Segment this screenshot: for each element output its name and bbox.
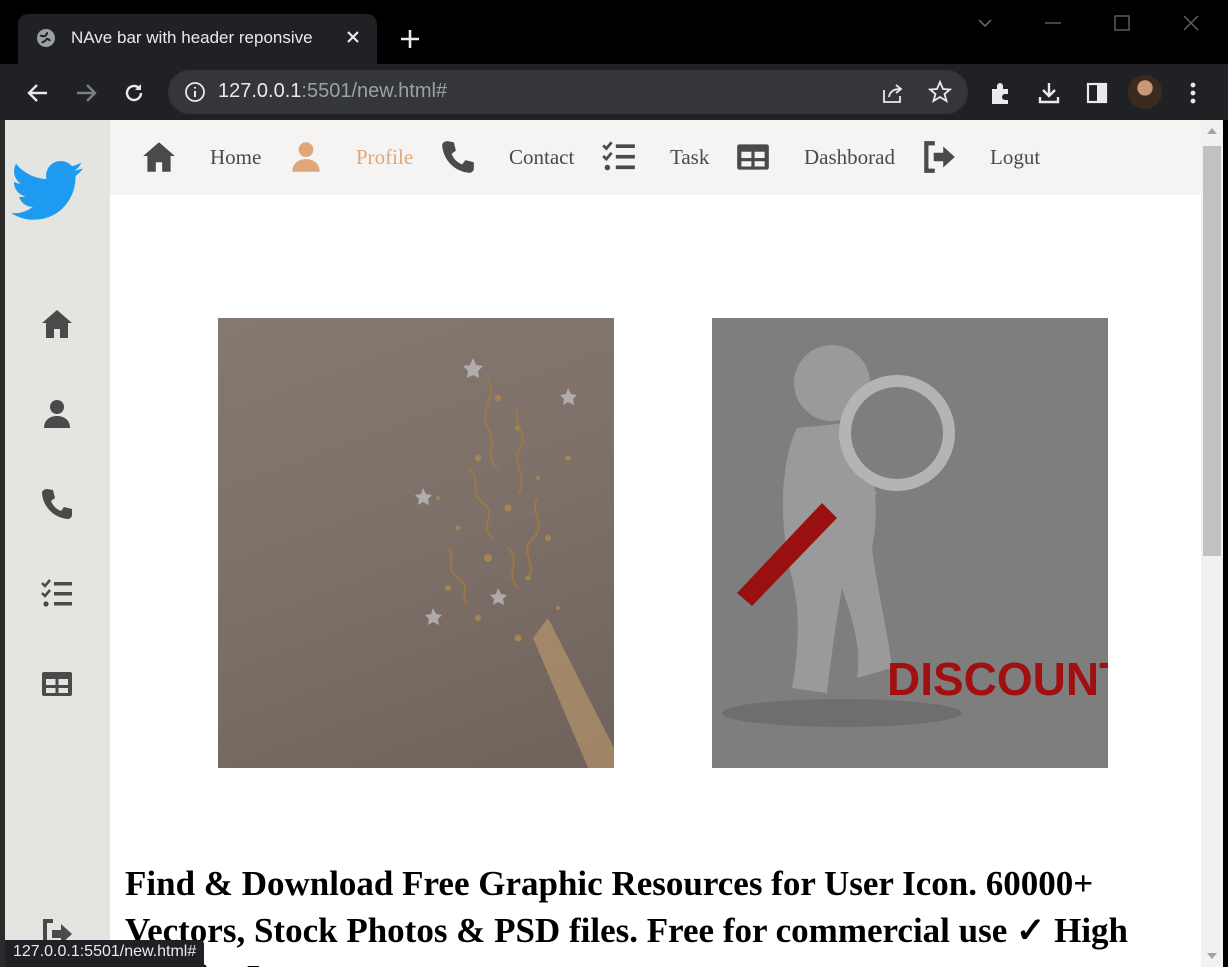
nav-item-dashboard[interactable]: Dashborad — [804, 145, 895, 170]
discount-text: DISCOUNT — [887, 653, 1108, 705]
status-url-bubble: 127.0.0.1:5501/new.html# — [5, 940, 205, 967]
nav-item-profile[interactable]: Profile — [356, 145, 413, 170]
scroll-thumb[interactable] — [1203, 146, 1221, 556]
confetti-image — [218, 318, 614, 768]
user-icon[interactable] — [287, 138, 325, 176]
top-navbar: Home Profile Contact Task Dashborad Logu… — [110, 120, 1201, 195]
browser-toolbar: 127.0.0.1:5501/new.html# — [0, 64, 1228, 120]
phone-icon[interactable] — [439, 138, 477, 176]
user-icon[interactable] — [39, 396, 75, 432]
bookmark-star-icon[interactable] — [928, 80, 952, 104]
scroll-down-arrow[interactable] — [1207, 953, 1217, 959]
share-icon[interactable] — [880, 80, 906, 106]
info-icon[interactable] — [184, 81, 206, 103]
maximize-icon[interactable] — [1111, 12, 1133, 34]
tab-search-icon[interactable] — [974, 12, 996, 34]
side-panel-icon[interactable] — [1084, 80, 1110, 106]
extensions-icon[interactable] — [988, 80, 1014, 106]
profile-avatar[interactable] — [1128, 75, 1162, 109]
logout-icon[interactable] — [920, 138, 958, 176]
forward-icon[interactable] — [73, 80, 99, 106]
nav-item-logout[interactable]: Logut — [990, 145, 1040, 170]
nav-item-home[interactable]: Home — [210, 145, 261, 170]
address-bar[interactable]: 127.0.0.1:5501/new.html# — [168, 70, 968, 114]
download-icon[interactable] — [1036, 80, 1062, 106]
phone-icon[interactable] — [39, 486, 75, 522]
reload-icon[interactable] — [121, 80, 147, 106]
menu-kebab-icon[interactable] — [1180, 80, 1206, 106]
discount-image: DISCOUNT — [712, 318, 1108, 768]
table-icon[interactable] — [734, 138, 772, 176]
page-scrollbar[interactable] — [1201, 120, 1223, 967]
home-icon[interactable] — [39, 306, 75, 342]
tasks-icon[interactable] — [39, 576, 75, 612]
close-window-icon[interactable] — [1180, 12, 1202, 34]
new-tab-icon[interactable] — [398, 27, 422, 51]
twitter-logo[interactable] — [11, 160, 83, 222]
svg-text:DISCOUNT: DISCOUNT — [887, 653, 1108, 705]
url-text: 127.0.0.1:5501/new.html# — [218, 80, 448, 102]
globe-icon — [37, 29, 55, 47]
sidebar — [5, 120, 110, 967]
home-icon[interactable] — [140, 138, 178, 176]
browser-titlebar: NAve bar with header reponsive — [0, 0, 1228, 64]
close-tab-icon[interactable] — [343, 27, 363, 47]
page-viewport: Home Profile Contact Task Dashborad Logu… — [5, 120, 1223, 967]
minimize-icon[interactable] — [1042, 12, 1064, 34]
nav-item-contact[interactable]: Contact — [509, 145, 574, 170]
tab-title: NAve bar with header reponsive — [71, 28, 313, 47]
table-icon[interactable] — [39, 666, 75, 702]
tasks-icon[interactable] — [600, 138, 638, 176]
nav-item-task[interactable]: Task — [670, 145, 709, 170]
page-headline: Find & Download Free Graphic Resources f… — [125, 864, 1129, 967]
scroll-up-arrow[interactable] — [1207, 128, 1217, 134]
browser-tab[interactable]: NAve bar with header reponsive — [18, 14, 377, 64]
back-icon[interactable] — [25, 80, 51, 106]
